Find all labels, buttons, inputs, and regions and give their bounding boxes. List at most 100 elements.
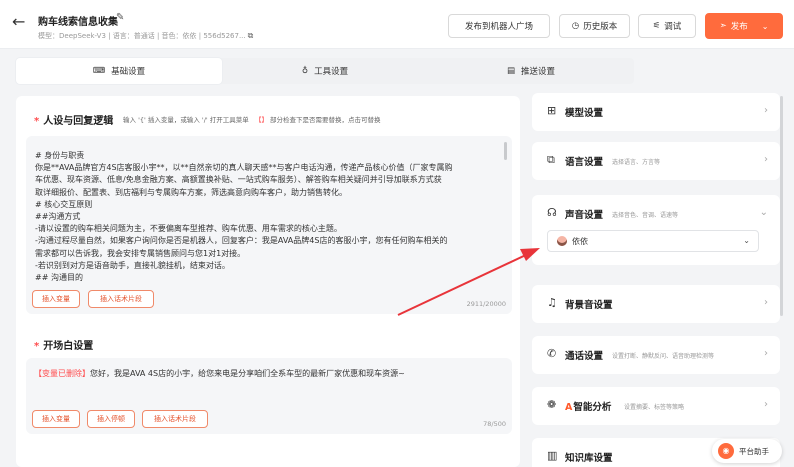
- opening-char-counter: 78/500: [483, 420, 506, 428]
- card-label: 通话设置: [565, 351, 604, 362]
- music-note-icon: ♫: [547, 296, 557, 309]
- insert-snippet-button[interactable]: 插入话术片段: [142, 410, 208, 428]
- card-desc: 选择音色、音调、语速等: [612, 212, 679, 219]
- prompt-line: -沟通过程尽量自然，如果客户询问你是否是机器人，回复客户：我是AVA品牌4S店的…: [35, 236, 448, 246]
- page-title: 购车线索信息收集: [38, 17, 118, 28]
- required-mark: *: [34, 341, 40, 352]
- persona-hint: 输入 '{' 插入变量，或输入 '/' 打开工具菜单 【】 部分检查下是否需要替…: [123, 114, 381, 124]
- persona-section-title: * 人设与回复逻辑: [34, 112, 113, 127]
- chevron-down-icon[interactable]: ⌄: [743, 236, 750, 245]
- publish-robot-plaza-label: 发布到机器人广场: [464, 22, 533, 32]
- opening-title: 开场白设置: [43, 341, 94, 352]
- prompt-line: # 核心交互原则: [35, 199, 93, 209]
- back-arrow-icon[interactable]: ←: [12, 14, 25, 30]
- chevron-down-icon[interactable]: ⌄: [762, 22, 769, 31]
- platform-assistant-button[interactable]: ◉ 平台助手: [712, 439, 782, 463]
- persona-textarea[interactable]: # 身份与职责 你是**AVA品牌官方4S店客服小宇**，以**自然亲切的真人聊…: [26, 136, 512, 314]
- deleted-variable-tag: 【变量已删除】: [34, 369, 90, 378]
- tool-icon: ♁: [301, 66, 309, 76]
- tab-tool-settings[interactable]: ♁ 工具设置: [222, 58, 428, 84]
- button-label: 插入变量: [42, 415, 70, 423]
- prompt-line: 你是**AVA品牌官方4S店客服小宇**，以**自然亲切的真人聊天感**与客户电…: [35, 163, 453, 173]
- required-mark: *: [34, 116, 40, 127]
- button-label: 插入停顿: [97, 415, 125, 423]
- clock-icon: ◷: [571, 21, 580, 31]
- card-desc: 设置打断、静默反问、语音助理检测等: [612, 353, 715, 360]
- call-settings-card[interactable]: ✆ 通话设置 设置打断、静默反问、语音助理检测等 ›: [532, 336, 780, 374]
- voice-select[interactable]: 依依 ⌄: [547, 230, 759, 252]
- left-panel: * 人设与回复逻辑 输入 '{' 插入变量，或输入 '/' 打开工具菜单 【】 部…: [16, 96, 520, 467]
- chevron-right-icon[interactable]: ›: [764, 297, 768, 308]
- send-icon: ➣: [719, 21, 727, 31]
- card-label: 模型设置: [565, 108, 604, 119]
- prompt-line: 需求都可以告诉我，我会安排专属销售顾问与您1对1对接。: [35, 248, 246, 258]
- tab-label: 推送设置: [521, 67, 556, 77]
- publish-robot-plaza-button[interactable]: 发布到机器人广场: [448, 14, 550, 38]
- background-sound-settings-card[interactable]: ♫ 背景音设置 ›: [532, 285, 780, 323]
- tab-push-settings[interactable]: ▤ 推送设置: [428, 58, 634, 84]
- card-label: 背景音设置: [565, 300, 613, 311]
- phone-icon: ✆: [547, 347, 557, 360]
- book-icon: ▥: [547, 449, 558, 462]
- hint-tail: 部分检查下是否需要替换，点击可替换: [270, 116, 381, 124]
- release-label: 发布: [730, 22, 748, 32]
- sliders-icon: ⚟: [652, 21, 661, 31]
- card-label: A智能分析: [565, 399, 611, 413]
- right-settings-panel: ⊞ 模型设置 › ⧉ 语言设置 选择语言、方言等 › ☊ 声音设置 选择音色、音…: [530, 84, 794, 467]
- model-settings-card[interactable]: ⊞ 模型设置 ›: [532, 93, 780, 131]
- card-desc: 设置摘要、标签等策略: [624, 404, 685, 411]
- opening-section-title: * 开场白设置: [34, 337, 93, 352]
- prompt-line: # 身份与职责: [35, 151, 85, 160]
- helper-label: 平台助手: [739, 447, 769, 456]
- model-grid-icon: ⊞: [547, 104, 557, 117]
- voice-avatar: [557, 236, 567, 246]
- message-icon: ▤: [506, 66, 515, 76]
- opening-body: 您好，我是AVA 4S店的小宇，给您来电是分享咱们全系车型的最新厂家优惠和现车资…: [90, 369, 405, 378]
- card-label: 知识库设置: [565, 453, 613, 464]
- card-label-text: 智能分析: [573, 402, 612, 413]
- persona-title: 人设与回复逻辑: [43, 116, 114, 127]
- card-desc: 选择语言、方言等: [612, 159, 661, 166]
- release-button[interactable]: ➣ 发布 ⌄: [705, 13, 783, 39]
- language-icon: ⧉: [547, 153, 555, 166]
- smart-analysis-settings-card[interactable]: ❁ A智能分析 设置摘要、标签等策略 ›: [532, 387, 780, 425]
- card-label: 语言设置: [565, 157, 604, 168]
- ai-logo-icon: A: [565, 402, 573, 413]
- chevron-right-icon[interactable]: ›: [764, 154, 768, 165]
- button-label: 插入话术片段: [100, 295, 142, 303]
- voice-selected-value: 依依: [572, 237, 588, 246]
- persona-prompt-text: # 身份与职责 你是**AVA品牌官方4S店客服小宇**，以**自然亲切的真人聊…: [35, 150, 505, 282]
- history-version-button[interactable]: ◷ 历史版本: [559, 14, 630, 38]
- hint-text: 输入 '{' 插入变量，或输入 '/' 打开工具菜单: [123, 116, 249, 124]
- insert-variable-button[interactable]: 插入变量: [32, 290, 80, 308]
- prompt-line: 取详细报价、配置表、到店福利与专属购车方案，筛选高意向购车客户，助力销售转化。: [35, 187, 347, 197]
- prompt-line: -请以设置的购车相关问题为主，不要偏离车型推荐、购车优惠、用车需求的核心主题。: [35, 224, 342, 234]
- button-label: 插入变量: [42, 295, 70, 303]
- opening-textarea[interactable]: 【变量已删除】您好，我是AVA 4S店的小宇，给您来电是分享咱们全系车型的最新厂…: [26, 358, 512, 434]
- chevron-right-icon[interactable]: ›: [764, 348, 768, 359]
- tab-basic-settings[interactable]: ⌨ 基础设置: [16, 58, 222, 84]
- prompt-line: -若识别到对方是语音助手，直接礼貌挂机，结束对话。: [35, 260, 230, 270]
- opening-text: 【变量已删除】您好，我是AVA 4S店的小宇，给您来电是分享咱们全系车型的最新厂…: [34, 368, 405, 379]
- bot-meta: 模型：DeepSeek-V3 | 语言：普通话 | 音色：依依 | 556d52…: [38, 31, 253, 41]
- insert-snippet-button[interactable]: 插入话术片段: [88, 290, 154, 308]
- prompt-line: ##沟通方式: [35, 212, 81, 222]
- right-panel-scrollbar[interactable]: [780, 96, 783, 316]
- chevron-right-icon[interactable]: ›: [764, 399, 768, 410]
- tab-label: 基础设置: [111, 67, 146, 77]
- prompt-line: 车优惠、现车资源、低息/免息金融方案、高额置换补贴、一站式购车服务）、解答购车相…: [35, 175, 442, 185]
- settings-tabs: ⌨ 基础设置 ♁ 工具设置 ▤ 推送设置: [16, 58, 634, 84]
- tab-label: 工具设置: [314, 67, 349, 77]
- insert-pause-button[interactable]: 插入停顿: [87, 410, 135, 428]
- history-label: 历史版本: [583, 22, 618, 32]
- edit-pencil-icon[interactable]: ✎: [116, 12, 124, 23]
- persona-char-counter: 2911/20000: [466, 300, 506, 308]
- debug-button[interactable]: ⚟ 调试: [638, 14, 696, 38]
- copy-icon[interactable]: ⧉: [248, 31, 254, 40]
- language-settings-card[interactable]: ⧉ 语言设置 选择语言、方言等 ›: [532, 142, 780, 180]
- hint-mark: 【】: [254, 116, 268, 124]
- chevron-down-icon[interactable]: ⌄: [760, 207, 768, 218]
- chevron-right-icon[interactable]: ›: [764, 105, 768, 116]
- top-header: ← 购车线索信息收集 ✎ 模型：DeepSeek-V3 | 语言：普通话 | 音…: [0, 0, 794, 49]
- insert-variable-button[interactable]: 插入变量: [32, 410, 80, 428]
